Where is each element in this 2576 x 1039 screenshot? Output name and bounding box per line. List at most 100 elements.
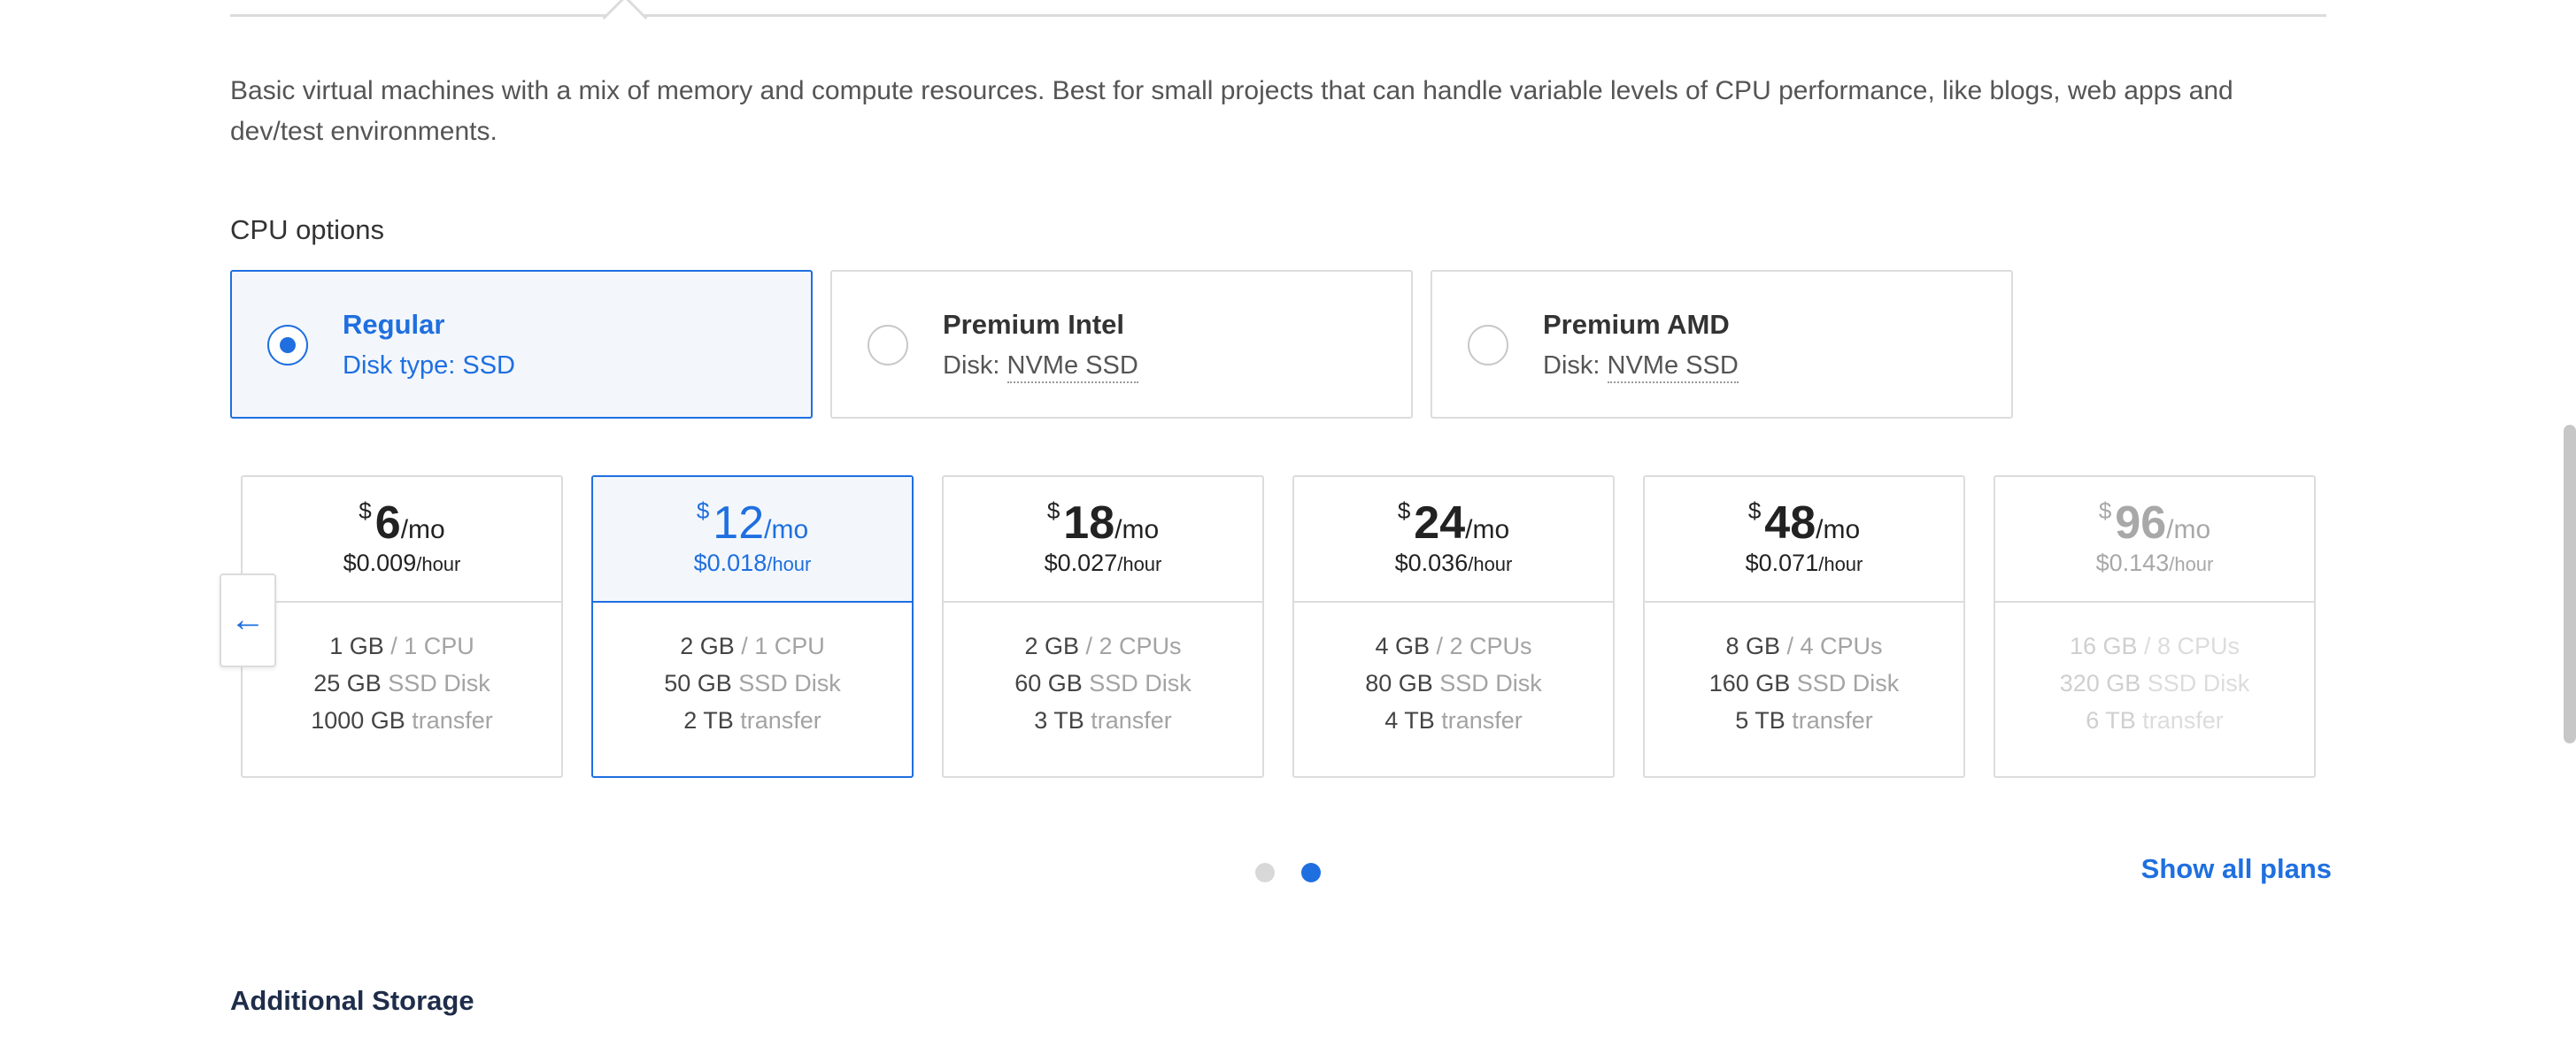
cpu-option-regular[interactable]: Regular Disk type: SSD: [230, 270, 813, 419]
carousel-dot-1[interactable]: [1255, 863, 1275, 882]
spec-disk: 50 GB SSD Disk: [593, 665, 912, 702]
spec-transfer-amount: 4 TB: [1384, 707, 1435, 734]
hourly-period: /hour: [1818, 553, 1863, 575]
arrow-left-icon[interactable]: ←: [220, 573, 276, 667]
spec-memory: 16 GB: [2069, 633, 2138, 659]
spec-disk: 320 GB SSD Disk: [1995, 665, 2314, 702]
spec-transfer-amount: 2 TB: [683, 707, 734, 734]
currency-symbol: $: [1747, 497, 1762, 524]
hourly-period: /hour: [2169, 553, 2214, 575]
disk-label: Disk:: [1543, 351, 1608, 380]
plan-specs: 8 GB / 4 CPUs 160 GB SSD Disk 5 TB trans…: [1645, 627, 1963, 739]
plan-price-header: $24/mo $0.036/hour: [1294, 477, 1613, 603]
spec-memory-cpu: 16 GB / 8 CPUs: [1995, 627, 2314, 665]
plan-specs: 4 GB / 2 CPUs 80 GB SSD Disk 4 TB transf…: [1294, 627, 1613, 739]
plan-card-96[interactable]: $96/mo $0.143/hour 16 GB / 8 CPUs 320 GB…: [1994, 475, 2316, 778]
spec-disk-size: 80 GB: [1365, 670, 1433, 697]
plan-card-24[interactable]: $24/mo $0.036/hour 4 GB / 2 CPUs 80 GB S…: [1292, 475, 1615, 778]
show-all-plans-link[interactable]: Show all plans: [2141, 853, 2332, 885]
monthly-price: $6/mo: [243, 496, 561, 550]
spec-disk-size: 160 GB: [1708, 670, 1791, 697]
spec-cpu: / 1 CPU: [383, 633, 474, 659]
spec-memory: 8 GB: [1725, 633, 1780, 659]
spec-disk: 160 GB SSD Disk: [1645, 665, 1963, 702]
hourly-amount: $0.036: [1394, 550, 1469, 576]
spec-cpu: / 2 CPUs: [1079, 633, 1182, 659]
currency-symbol: $: [1046, 497, 1060, 524]
radio-button[interactable]: [1468, 325, 1508, 366]
spec-disk-type: SSD Disk: [1082, 670, 1192, 697]
additional-storage-title: Additional Storage: [230, 985, 474, 1016]
spec-transfer: 6 TB transfer: [1995, 702, 2314, 739]
hourly-amount: $0.027: [1044, 550, 1118, 576]
hourly-price: $0.009/hour: [243, 550, 561, 577]
spec-disk: 60 GB SSD Disk: [944, 665, 1262, 702]
monthly-price: $18/mo: [944, 496, 1262, 550]
spec-memory: 4 GB: [1375, 633, 1430, 659]
price-amount: 6: [374, 497, 401, 549]
currency-symbol: $: [359, 497, 372, 524]
cpu-option-disk: Disk type: SSD: [343, 351, 515, 381]
hourly-period: /hour: [767, 553, 812, 575]
spec-cpu: / 8 CPUs: [2137, 633, 2241, 659]
plan-specs: 2 GB / 2 CPUs 60 GB SSD Disk 3 TB transf…: [944, 627, 1262, 739]
currency-symbol: $: [1397, 497, 1411, 524]
price-amount: 12: [713, 497, 765, 549]
plan-specs: 2 GB / 1 CPU 50 GB SSD Disk 2 TB transfe…: [593, 627, 912, 739]
cpu-option-premium-intel[interactable]: Premium Intel Disk: NVMe SSD: [830, 270, 1413, 419]
currency-symbol: $: [2098, 497, 2112, 524]
spec-transfer-amount: 5 TB: [1735, 707, 1785, 734]
radio-button[interactable]: [868, 325, 908, 366]
spec-disk-size: 320 GB: [2059, 670, 2141, 697]
hourly-period: /hour: [1468, 553, 1513, 575]
spec-disk: 80 GB SSD Disk: [1294, 665, 1613, 702]
cpu-option-name: Premium AMD: [1543, 309, 1730, 340]
scrollbar-thumb[interactable]: [2564, 425, 2576, 743]
hourly-period: /hour: [416, 553, 461, 575]
spec-disk-size: 50 GB: [664, 670, 732, 697]
spec-disk-type: SSD Disk: [731, 670, 841, 697]
plan-card-18[interactable]: $18/mo $0.027/hour 2 GB / 2 CPUs 60 GB S…: [942, 475, 1264, 778]
hourly-amount: $0.143: [2095, 550, 2170, 576]
spec-cpu: / 1 CPU: [734, 633, 825, 659]
droplet-plan-page: Basic virtual machines with a mix of mem…: [0, 0, 2576, 1039]
price-amount: 18: [1063, 497, 1115, 549]
plan-card-48[interactable]: $48/mo $0.071/hour 8 GB / 4 CPUs 160 GB …: [1643, 475, 1965, 778]
spec-transfer-label: transfer: [733, 707, 821, 734]
spec-transfer-label: transfer: [1785, 707, 1873, 734]
spec-transfer-amount: 3 TB: [1034, 707, 1084, 734]
price-period: /mo: [1465, 515, 1510, 544]
price-period: /mo: [1816, 515, 1861, 544]
spec-transfer-label: transfer: [405, 707, 493, 734]
cpu-options-title: CPU options: [230, 214, 385, 245]
price-period: /mo: [1114, 515, 1160, 544]
price-period: /mo: [764, 515, 809, 544]
carousel-dot-2[interactable]: [1301, 863, 1321, 882]
price-amount: 96: [2115, 497, 2167, 549]
plan-price-header: $18/mo $0.027/hour: [944, 477, 1262, 603]
spec-memory-cpu: 4 GB / 2 CPUs: [1294, 627, 1613, 665]
cpu-option-premium-amd[interactable]: Premium AMD Disk: NVMe SSD: [1431, 270, 2013, 419]
tab-caret: [602, 0, 648, 41]
hourly-price: $0.027/hour: [944, 550, 1262, 577]
plan-card-6[interactable]: $6/mo $0.009/hour 1 GB / 1 CPU 25 GB SSD…: [241, 475, 563, 778]
hourly-amount: $0.018: [693, 550, 767, 576]
disk-value-tooltip[interactable]: NVMe SSD: [1006, 351, 1138, 383]
spec-transfer: 5 TB transfer: [1645, 702, 1963, 739]
spec-memory-cpu: 2 GB / 2 CPUs: [944, 627, 1262, 665]
spec-transfer-label: transfer: [2135, 707, 2224, 734]
spec-transfer: 4 TB transfer: [1294, 702, 1613, 739]
radio-button[interactable]: [267, 325, 308, 366]
spec-transfer: 3 TB transfer: [944, 702, 1262, 739]
spec-disk-type: SSD Disk: [2140, 670, 2250, 697]
cpu-option-disk: Disk: NVMe SSD: [943, 351, 1138, 383]
disk-value-tooltip[interactable]: NVMe SSD: [1607, 351, 1739, 383]
spec-disk-type: SSD Disk: [381, 670, 490, 697]
plan-card-12[interactable]: $12/mo $0.018/hour 2 GB / 1 CPU 50 GB SS…: [591, 475, 914, 778]
spec-memory: 2 GB: [680, 633, 735, 659]
spec-memory-cpu: 1 GB / 1 CPU: [243, 627, 561, 665]
spec-disk-type: SSD Disk: [1432, 670, 1542, 697]
spec-transfer-amount: 6 TB: [2086, 707, 2136, 734]
spec-disk-size: 60 GB: [1014, 670, 1083, 697]
spec-disk-type: SSD Disk: [1790, 670, 1900, 697]
